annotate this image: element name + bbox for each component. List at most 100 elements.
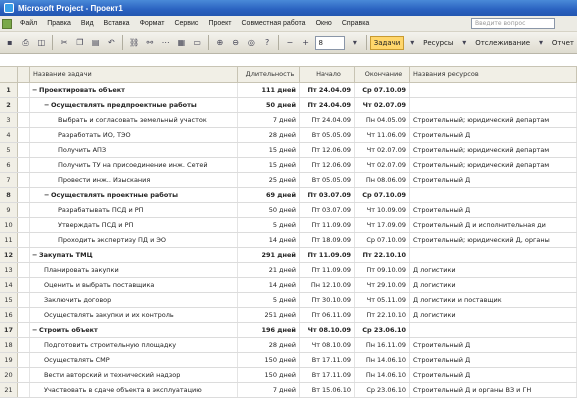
table-row[interactable]: 9 Разрабатывать ПСД и РП 50 дней Пт 03.07.0…: [0, 203, 577, 218]
row-id-cell[interactable]: 15: [0, 293, 18, 307]
duration-cell[interactable]: 291 дней: [238, 248, 300, 262]
duration-cell[interactable]: 150 дней: [238, 368, 300, 382]
menu-edit[interactable]: Правка: [42, 20, 76, 27]
duration-cell[interactable]: 50 дней: [238, 98, 300, 112]
start-cell[interactable]: Вт 05.05.09: [300, 128, 355, 142]
menu-collaborate[interactable]: Совместная работа: [237, 20, 311, 27]
header-task-name[interactable]: Название задачи: [30, 67, 238, 82]
indicator-cell[interactable]: [18, 353, 30, 367]
paste-icon[interactable]: ▤: [89, 36, 103, 50]
end-cell[interactable]: Пн 14.06.10: [355, 353, 410, 367]
resources-cell[interactable]: [410, 323, 577, 337]
table-row[interactable]: 14 Оценить и выбрать поставщика 14 дней Пн …: [0, 278, 577, 293]
row-id-cell[interactable]: 2: [0, 98, 18, 112]
resources-cell[interactable]: Строительный Д: [410, 173, 577, 187]
task-name-cell[interactable]: Вести авторский и технический надзор: [30, 368, 238, 382]
outline-plus-icon[interactable]: +: [299, 36, 313, 50]
task-name-cell[interactable]: Выбрать и согласовать земельный участок: [30, 113, 238, 127]
start-cell[interactable]: Пт 24.04.09: [300, 83, 355, 97]
resources-cell[interactable]: Строительный; юридический департам: [410, 158, 577, 172]
goto-task-icon[interactable]: ◎: [244, 36, 258, 50]
table-row[interactable]: 4 Разработать ИО, ТЭО 28 дней Вт 05.05.09 Чт…: [0, 128, 577, 143]
collapse-toggle-icon[interactable]: −: [32, 83, 39, 97]
start-cell[interactable]: Пт 24.04.09: [300, 98, 355, 112]
end-cell[interactable]: Пн 14.06.10: [355, 368, 410, 382]
notes-icon[interactable]: ▭: [190, 36, 204, 50]
task-name-cell[interactable]: Заключить договор: [30, 293, 238, 307]
indicator-cell[interactable]: [18, 203, 30, 217]
resources-cell[interactable]: Строительный Д и органы ВЗ и ГН: [410, 383, 577, 397]
menu-project[interactable]: Проект: [203, 20, 236, 27]
menu-file[interactable]: Файл: [15, 20, 42, 27]
indicator-cell[interactable]: [18, 128, 30, 142]
end-cell[interactable]: Чт 02.07.09: [355, 143, 410, 157]
resources-cell[interactable]: Строительный; юридический Д, органы: [410, 233, 577, 247]
task-name-cell[interactable]: Получить АПЗ: [30, 143, 238, 157]
duration-cell[interactable]: 7 дней: [238, 113, 300, 127]
table-row[interactable]: 5 Получить АПЗ 15 дней Пт 12.06.09 Чт 02.07.…: [0, 143, 577, 158]
indicator-cell[interactable]: [18, 248, 30, 262]
indicator-cell[interactable]: [18, 218, 30, 232]
table-row[interactable]: 16 Осуществлять закупки и их контроль 251 …: [0, 308, 577, 323]
start-cell[interactable]: Пт 30.10.09: [300, 293, 355, 307]
tracking-button[interactable]: Отслеживание: [472, 36, 533, 50]
start-cell[interactable]: Пт 11.09.09: [300, 248, 355, 262]
indicator-cell[interactable]: [18, 113, 30, 127]
start-cell[interactable]: Вт 05.05.09: [300, 173, 355, 187]
report-button[interactable]: Отчет: [549, 36, 577, 50]
start-cell[interactable]: Пт 06.11.09: [300, 308, 355, 322]
row-id-cell[interactable]: 12: [0, 248, 18, 262]
end-cell[interactable]: Пт 22.10.10: [355, 248, 410, 262]
task-name-cell[interactable]: − Осуществлять проектные работы: [30, 188, 238, 202]
task-name-cell[interactable]: Осуществлять СМР: [30, 353, 238, 367]
end-cell[interactable]: Пн 04.05.09: [355, 113, 410, 127]
duration-cell[interactable]: 5 дней: [238, 218, 300, 232]
tracking-dropdown-icon[interactable]: ▾: [534, 36, 548, 50]
resources-cell[interactable]: [410, 98, 577, 112]
question-input[interactable]: Введите вопрос: [471, 18, 555, 29]
split-icon[interactable]: ⋯: [159, 36, 173, 50]
task-name-cell[interactable]: Планировать закупки: [30, 263, 238, 277]
start-cell[interactable]: Пн 12.10.09: [300, 278, 355, 292]
resources-cell[interactable]: Строительный Д: [410, 353, 577, 367]
duration-cell[interactable]: 69 дней: [238, 188, 300, 202]
row-id-cell[interactable]: 6: [0, 158, 18, 172]
end-cell[interactable]: Ср 23.06.10: [355, 383, 410, 397]
task-name-cell[interactable]: − Осуществлять предпроектные работы: [30, 98, 238, 112]
save-icon[interactable]: ▪: [3, 36, 17, 50]
row-id-cell[interactable]: 8: [0, 188, 18, 202]
resources-cell[interactable]: Д логистики: [410, 278, 577, 292]
row-id-cell[interactable]: 10: [0, 218, 18, 232]
tasks-button[interactable]: Задачи: [369, 35, 405, 50]
menu-help[interactable]: Справка: [337, 20, 374, 27]
resources-cell[interactable]: [410, 188, 577, 202]
row-id-cell[interactable]: 1: [0, 83, 18, 97]
header-duration[interactable]: Длительность: [238, 67, 300, 82]
table-row[interactable]: 12− Закупать ТМЦ 291 дней Пт 11.09.09 Пт 22.…: [0, 248, 577, 263]
collapse-toggle-icon[interactable]: −: [32, 323, 39, 337]
end-cell[interactable]: Ср 07.10.09: [355, 83, 410, 97]
header-end[interactable]: Окончание: [355, 67, 410, 82]
end-cell[interactable]: Пт 09.10.09: [355, 263, 410, 277]
indicator-cell[interactable]: [18, 338, 30, 352]
end-cell[interactable]: Пн 16.11.09: [355, 338, 410, 352]
duration-cell[interactable]: 14 дней: [238, 278, 300, 292]
row-id-cell[interactable]: 3: [0, 113, 18, 127]
indicator-cell[interactable]: [18, 323, 30, 337]
resources-cell[interactable]: [410, 83, 577, 97]
start-cell[interactable]: Пт 03.07.09: [300, 188, 355, 202]
indicator-cell[interactable]: [18, 368, 30, 382]
start-cell[interactable]: Вт 17.11.09: [300, 368, 355, 382]
row-id-cell[interactable]: 5: [0, 143, 18, 157]
indicator-cell[interactable]: [18, 233, 30, 247]
start-cell[interactable]: Пт 12.06.09: [300, 143, 355, 157]
table-row[interactable]: 19 Осуществлять СМР 150 дней Вт 17.11.09 Пн …: [0, 353, 577, 368]
duration-cell[interactable]: 21 дней: [238, 263, 300, 277]
start-cell[interactable]: Пт 18.09.09: [300, 233, 355, 247]
table-row[interactable]: 20 Вести авторский и технический надзор 15…: [0, 368, 577, 383]
header-id[interactable]: [0, 67, 18, 82]
start-cell[interactable]: Пт 11.09.09: [300, 218, 355, 232]
task-name-cell[interactable]: Разработать ИО, ТЭО: [30, 128, 238, 142]
end-cell[interactable]: Пн 08.06.09: [355, 173, 410, 187]
filter-icon[interactable]: ▾: [348, 36, 362, 50]
